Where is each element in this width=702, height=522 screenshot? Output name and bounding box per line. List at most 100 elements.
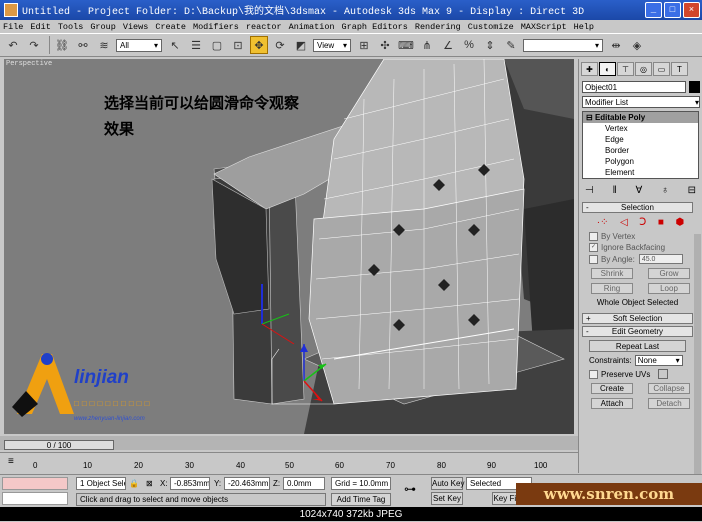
create-tab-icon[interactable]: ✚ [581, 62, 598, 76]
key-icon[interactable]: ⊶ [404, 483, 416, 496]
edit-geometry-rollout-header[interactable]: - Edit Geometry [582, 326, 693, 337]
utilities-tab-icon[interactable]: T [671, 62, 688, 76]
menu-create[interactable]: Create [155, 22, 186, 32]
command-panel-scrollbar[interactable] [694, 234, 701, 474]
display-tab-icon[interactable]: ▭ [653, 62, 670, 76]
detach-button[interactable]: Detach [648, 398, 690, 409]
border-level-icon[interactable]: Ↄ [639, 217, 646, 228]
maximize-button[interactable]: □ [664, 2, 681, 18]
minimize-button[interactable]: _ [645, 2, 662, 18]
maxscript-input-mini[interactable] [2, 492, 68, 505]
time-slider[interactable]: 0 / 100 [4, 440, 114, 450]
reference-coordinate-dropdown[interactable]: View ▾ [313, 38, 351, 52]
loop-button[interactable]: Loop [648, 283, 690, 294]
unlink-icon[interactable]: ⚯ [74, 36, 92, 54]
repeat-last-button[interactable]: Repeat Last [589, 340, 686, 352]
lock-selection-icon[interactable]: 🔒 [129, 477, 139, 490]
stack-item-edge[interactable]: Edge [583, 134, 698, 145]
selection-rollout-header[interactable]: - Selection [582, 202, 693, 213]
edge-level-icon[interactable]: ◁ [620, 217, 628, 228]
remove-modifier-icon[interactable]: ♁ [661, 185, 669, 196]
y-coordinate-field[interactable]: -20.463mm [224, 477, 270, 490]
named-selection-sets-dropdown[interactable]: ▾ [523, 38, 603, 52]
menu-file[interactable]: File [3, 22, 23, 32]
ignore-backfacing-checkbox[interactable]: ✓ Ignore Backfacing [589, 243, 692, 252]
collapse-button[interactable]: Collapse [648, 383, 690, 394]
stack-item-polygon[interactable]: Polygon [583, 156, 698, 167]
percent-snap-icon[interactable]: % [460, 36, 478, 54]
menu-maxscript[interactable]: MAXScript [521, 22, 567, 32]
show-end-result-icon[interactable]: ‖ [613, 185, 617, 196]
select-and-move-icon[interactable]: ✥ [250, 36, 268, 54]
redo-icon[interactable]: ↷ [25, 36, 43, 54]
motion-tab-icon[interactable]: ◎ [635, 62, 652, 76]
polygon-level-icon[interactable]: ■ [658, 217, 664, 228]
modify-tab-icon[interactable]: ◐ [599, 62, 616, 76]
menu-reactor[interactable]: reactor [246, 22, 282, 32]
hierarchy-tab-icon[interactable]: ⊤ [617, 62, 634, 76]
menu-rendering[interactable]: Rendering [415, 22, 461, 32]
align-icon[interactable]: ◈ [628, 36, 646, 54]
pivot-center-icon[interactable]: ⊞ [355, 36, 373, 54]
create-button[interactable]: Create [591, 383, 633, 394]
soft-selection-rollout-header[interactable]: + Soft Selection [582, 313, 693, 324]
keyboard-shortcut-toggle-icon[interactable]: ⌨ [397, 36, 415, 54]
constraints-dropdown[interactable]: None ▾ [634, 355, 683, 366]
menu-views[interactable]: Views [123, 22, 149, 32]
menu-animation[interactable]: Animation [289, 22, 335, 32]
select-by-name-icon[interactable]: ☰ [187, 36, 205, 54]
stack-item-vertex[interactable]: Vertex [583, 123, 698, 134]
spinner-snap-icon[interactable]: ⇕ [481, 36, 499, 54]
stack-item-editable-poly[interactable]: ⊟ Editable Poly [583, 112, 698, 123]
select-and-link-icon[interactable]: ⛓ [53, 36, 71, 54]
select-and-scale-icon[interactable]: ◩ [292, 36, 310, 54]
ring-button[interactable]: Ring [591, 283, 633, 294]
select-manipulate-icon[interactable]: ✣ [376, 36, 394, 54]
z-coordinate-field[interactable]: 0.0mm [283, 477, 325, 490]
object-name-field[interactable]: Object01 [582, 81, 686, 93]
object-color-swatch[interactable] [689, 81, 700, 93]
modifier-list-dropdown[interactable]: Modifier List ▾ [582, 96, 700, 108]
auto-key-button[interactable]: Auto Key [431, 477, 464, 490]
shrink-button[interactable]: Shrink [591, 268, 633, 279]
menu-edit[interactable]: Edit [30, 22, 50, 32]
curve-editor-icon[interactable]: ≡ [8, 456, 14, 467]
selection-filter-dropdown[interactable]: All ▾ [116, 38, 162, 52]
pin-stack-icon[interactable]: ⊣ [585, 185, 594, 196]
angle-snap-icon[interactable]: ∠ [439, 36, 457, 54]
grow-button[interactable]: Grow [648, 268, 690, 279]
stack-item-border[interactable]: Border [583, 145, 698, 156]
make-unique-icon[interactable]: ∀ [636, 185, 643, 196]
x-coordinate-field[interactable]: -0.853mm [170, 477, 210, 490]
set-key-button[interactable]: Set Key [431, 492, 463, 505]
mirror-icon[interactable]: ⇹ [607, 36, 625, 54]
configure-sets-icon[interactable]: ⊟ [688, 185, 696, 196]
track-bar[interactable]: ≡ 0 10 20 30 40 50 60 70 80 90 100 [0, 452, 578, 473]
absolute-mode-icon[interactable]: ⊠ [146, 477, 153, 490]
preserve-uvs-settings-icon[interactable] [658, 369, 669, 379]
select-object-icon[interactable]: ↖ [166, 36, 184, 54]
vertex-level-icon[interactable]: ·⁘ [597, 217, 609, 228]
window-crossing-icon[interactable]: ⊡ [229, 36, 247, 54]
edit-named-selection-icon[interactable]: ✎ [502, 36, 520, 54]
menu-graph-editors[interactable]: Graph Editors [342, 22, 408, 32]
preserve-uvs-checkbox[interactable]: Preserve UVs [589, 369, 692, 379]
by-vertex-checkbox[interactable]: By Vertex [589, 232, 692, 241]
menu-group[interactable]: Group [90, 22, 116, 32]
perspective-viewport[interactable]: Perspective 选择当前可以给圆滑命令观察 效果 linjian □□□… [4, 59, 574, 434]
by-angle-checkbox[interactable]: By Angle: 45.0 [589, 254, 692, 264]
menu-customize[interactable]: Customize [468, 22, 514, 32]
close-button[interactable]: × [683, 2, 700, 18]
element-level-icon[interactable]: ⬢ [675, 217, 684, 228]
rectangular-selection-icon[interactable]: ▢ [208, 36, 226, 54]
select-and-rotate-icon[interactable]: ⟳ [271, 36, 289, 54]
maxscript-listener-mini[interactable] [2, 477, 68, 490]
menu-tools[interactable]: Tools [58, 22, 84, 32]
add-time-tag-button[interactable]: Add Time Tag [331, 493, 391, 506]
bind-space-warp-icon[interactable]: ≋ [95, 36, 113, 54]
stack-item-element[interactable]: Element [583, 167, 698, 178]
attach-button[interactable]: Attach [591, 398, 633, 409]
snaps-toggle-icon[interactable]: ⋔ [418, 36, 436, 54]
viewport-label[interactable]: Perspective [6, 60, 52, 68]
by-angle-spinner[interactable]: 45.0 [638, 254, 683, 264]
